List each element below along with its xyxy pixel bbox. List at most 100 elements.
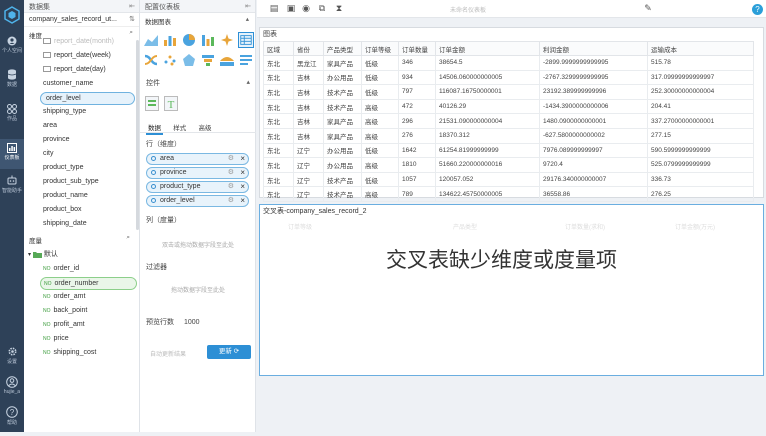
bar-chart-icon[interactable] bbox=[162, 32, 178, 48]
column-header[interactable]: 订单数量 bbox=[398, 41, 436, 56]
row-field-pill[interactable]: area ⚙ × bbox=[146, 153, 249, 165]
table-row[interactable]: 东北 吉林 技术产品 低级 797 116087.16750000001 23192.389… bbox=[263, 84, 754, 100]
scatter-chart-icon[interactable] bbox=[162, 52, 178, 68]
field-item[interactable]: shipping_type bbox=[38, 106, 91, 119]
field-item[interactable]: province bbox=[38, 134, 74, 147]
field-item[interactable]: shipping_date bbox=[38, 218, 92, 231]
tab-advanced[interactable]: 高级 bbox=[196, 121, 213, 133]
column-header[interactable]: 运输成本 bbox=[647, 41, 754, 56]
search-icon[interactable]: ⌕ bbox=[126, 234, 130, 242]
export-icon[interactable]: ⧉ bbox=[317, 3, 327, 13]
column-header[interactable]: 区域 bbox=[263, 41, 294, 56]
measure-item[interactable]: NO order_id bbox=[40, 263, 82, 276]
nav-data[interactable]: 数据 bbox=[0, 69, 24, 99]
tab-data[interactable]: 数据 bbox=[146, 121, 163, 135]
table-chart-icon[interactable] bbox=[238, 32, 254, 48]
save-icon[interactable]: ▣ bbox=[286, 3, 296, 13]
dashboard-title[interactable]: 未命名仪表板 bbox=[450, 5, 486, 14]
measure-item[interactable]: NO back_point bbox=[40, 305, 90, 318]
table-card[interactable]: 图表 区域 省份 产品类型 订单等级 订单数量 订单金额 利润金额 运输成本 东… bbox=[259, 27, 764, 202]
field-item[interactable]: area bbox=[38, 120, 62, 133]
table-row[interactable]: 东北 辽宁 技术产品 高级 789 134622.45750000005 36558.86 2… bbox=[263, 186, 754, 202]
settings-icon[interactable]: ⚙ bbox=[228, 154, 234, 162]
nav-personal-space[interactable]: 个人空间 bbox=[0, 36, 24, 66]
help-icon[interactable]: ? bbox=[752, 4, 763, 15]
text-control-icon[interactable]: T bbox=[164, 96, 178, 111]
field-item[interactable]: report_date(day) bbox=[38, 64, 111, 77]
measure-item[interactable]: NO shipping_cost bbox=[40, 347, 99, 360]
field-item-selected[interactable]: order_level bbox=[40, 92, 135, 105]
table-row[interactable]: 东北 吉林 办公用品 低级 934 14506.060000000005 -2767.329… bbox=[263, 69, 754, 86]
nav-user[interactable]: hujie_a bbox=[0, 376, 24, 406]
field-item[interactable]: product_type bbox=[38, 162, 88, 175]
text-chart-icon[interactable] bbox=[238, 52, 254, 68]
dataset-icon[interactable]: ▤ bbox=[269, 3, 279, 13]
date-field-icon bbox=[43, 52, 51, 59]
collapse-panel-icon[interactable]: ⇤ bbox=[245, 2, 251, 10]
field-item[interactable]: product_name bbox=[38, 190, 93, 203]
sankey-chart-icon[interactable] bbox=[143, 52, 159, 68]
remove-icon[interactable]: × bbox=[240, 182, 245, 191]
column-header[interactable]: 省份 bbox=[293, 41, 324, 56]
search-icon[interactable]: ⌕ bbox=[129, 29, 133, 37]
query-control-icon[interactable] bbox=[145, 96, 159, 111]
filter-drop-zone[interactable]: 拖动数据字段至此处 bbox=[146, 285, 250, 294]
field-item[interactable]: city bbox=[38, 148, 59, 161]
remove-icon[interactable]: × bbox=[240, 196, 245, 205]
refresh-button[interactable]: 更新 ⟳ bbox=[207, 345, 251, 359]
field-item[interactable]: customer_name bbox=[38, 78, 98, 91]
row-field-pill[interactable]: product_type ⚙ × bbox=[146, 181, 249, 193]
radar-chart-icon[interactable] bbox=[181, 52, 197, 68]
nav-assistant[interactable]: 智能助手 bbox=[0, 175, 24, 205]
nav-dashboard[interactable]: 仪表板 bbox=[0, 139, 24, 169]
measure-item[interactable]: NO order_amt bbox=[40, 291, 88, 304]
table-row[interactable]: 东北 辽宁 办公用品 低级 1642 61254.81999999999 7976.0899… bbox=[263, 142, 754, 159]
preview-count[interactable]: 1000 bbox=[184, 319, 200, 326]
settings-icon[interactable]: ⚙ bbox=[228, 182, 234, 190]
pie-chart-icon[interactable] bbox=[181, 32, 197, 48]
preview-eye-icon[interactable]: ◉ bbox=[301, 3, 311, 13]
column-header[interactable]: 订单等级 bbox=[361, 41, 399, 56]
edit-pencil-icon[interactable]: ✎ bbox=[643, 3, 653, 13]
collapse-panel-icon[interactable]: ⇤ bbox=[129, 2, 135, 10]
timer-icon[interactable]: ⧗ bbox=[334, 3, 344, 13]
remove-icon[interactable]: × bbox=[240, 154, 245, 163]
settings-icon[interactable]: ⚙ bbox=[228, 168, 234, 176]
row-field-pill[interactable]: order_level ⚙ × bbox=[146, 195, 249, 207]
remove-icon[interactable]: × bbox=[240, 168, 245, 177]
table-row[interactable]: 东北 辽宁 技术产品 低级 1057 120057.052 29176.3400000000… bbox=[263, 171, 754, 188]
measure-item[interactable]: NO profit_amt bbox=[40, 319, 88, 332]
column-header[interactable]: 订单金额 bbox=[435, 41, 540, 56]
column-chart-icon[interactable] bbox=[200, 32, 216, 48]
area-chart-icon[interactable] bbox=[143, 32, 159, 48]
table-row[interactable]: 东北 吉林 家具产品 高级 296 21531.090000000004 1480.0900… bbox=[263, 113, 754, 129]
measure-group[interactable]: ▾ 默认 bbox=[28, 249, 58, 259]
field-item[interactable]: product_box bbox=[38, 204, 87, 217]
table-row[interactable]: 东北 黑龙江 家具产品 低级 346 38654.5 -2899.9999999999995… bbox=[263, 55, 754, 71]
column-header[interactable]: 产品类型 bbox=[323, 41, 362, 56]
column-header[interactable]: 利润金额 bbox=[539, 41, 648, 56]
tab-style[interactable]: 样式 bbox=[171, 121, 188, 133]
row-field-pill[interactable]: province ⚙ × bbox=[146, 167, 249, 179]
dataset-selector[interactable]: company_sales_record_ut... ⇅ bbox=[24, 13, 139, 27]
table-row[interactable]: 东北 吉林 技术产品 高级 472 40126.29 -1434.3900000000006… bbox=[263, 98, 754, 115]
auto-update-checkbox[interactable]: 自动更新结果 bbox=[150, 349, 186, 358]
dimension-scrollbar[interactable] bbox=[136, 40, 139, 230]
nav-works[interactable]: 作品 bbox=[0, 104, 24, 134]
collapse-arrow-icon[interactable]: ▴ bbox=[246, 15, 249, 23]
field-item[interactable]: report_date(week) bbox=[38, 50, 116, 63]
funnel-chart-icon[interactable] bbox=[200, 52, 216, 68]
table-row[interactable]: 东北 吉林 家具产品 高级 276 18370.312 -627.5800000000002… bbox=[263, 127, 754, 144]
collapse-arrow-icon[interactable]: ▴ bbox=[246, 78, 250, 86]
sparkle-chart-icon[interactable] bbox=[219, 32, 235, 48]
table-row[interactable]: 东北 辽宁 办公用品 高级 1810 51660.220000000016 9720.4 52… bbox=[263, 157, 754, 173]
measure-item-selected[interactable]: NO order_number bbox=[40, 277, 137, 290]
dataset-menu-icon[interactable]: ⇅ bbox=[129, 15, 135, 23]
nav-settings[interactable]: 设置 bbox=[0, 346, 24, 376]
map-chart-icon[interactable] bbox=[219, 52, 235, 68]
field-partial[interactable]: report_date(month) bbox=[38, 36, 119, 49]
measure-item[interactable]: NO price bbox=[40, 333, 72, 346]
field-item[interactable]: product_sub_type bbox=[38, 176, 104, 189]
settings-icon[interactable]: ⚙ bbox=[228, 196, 234, 204]
column-drop-zone[interactable]: 双击或拖动数据字段至此处 bbox=[146, 240, 250, 249]
